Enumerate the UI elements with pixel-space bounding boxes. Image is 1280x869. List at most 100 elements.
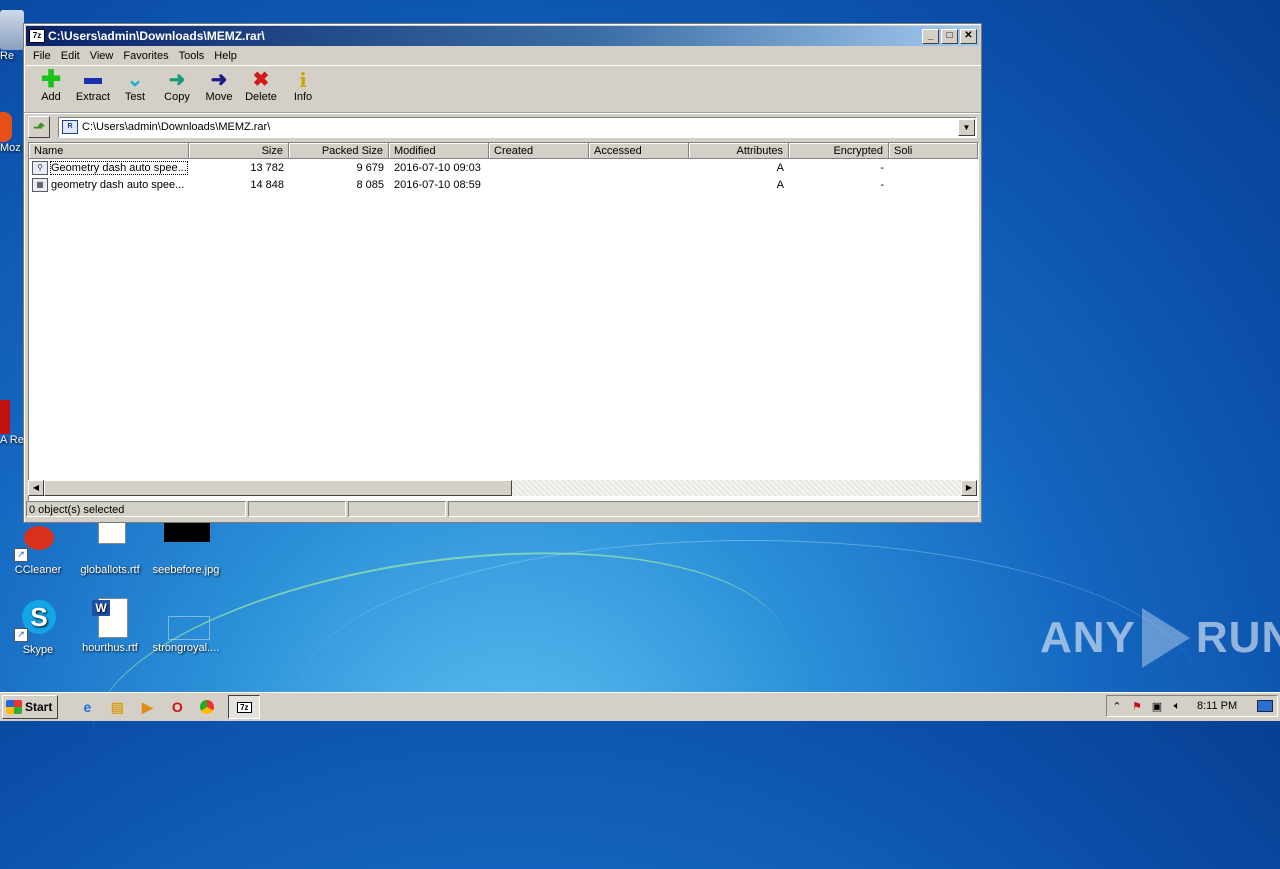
- status-bar: 0 object(s) selected: [26, 501, 979, 519]
- column-attributes[interactable]: Attributes: [689, 143, 789, 159]
- title-bar[interactable]: 7z C:\Users\admin\Downloads\MEMZ.rar\ _ …: [26, 26, 979, 46]
- file-packed-size: 9 679: [356, 161, 384, 174]
- scroll-left-button[interactable]: ◀: [28, 480, 44, 496]
- horizontal-scrollbar[interactable]: ◀ ▶: [28, 480, 977, 496]
- wallpaper-light-streak: [300, 540, 1200, 841]
- desktop-icon-recycle-bin[interactable]: Re: [0, 10, 24, 62]
- plus-icon: ✚: [40, 66, 62, 93]
- column-accessed[interactable]: Accessed: [589, 143, 689, 159]
- file-modified: 2016-07-10 08:59: [394, 178, 481, 191]
- opera-icon[interactable]: O: [166, 696, 188, 718]
- shortcut-arrow-icon: ↗: [14, 628, 28, 642]
- file-name[interactable]: geometry dash auto spee...: [51, 179, 184, 191]
- desktop-icon-acrobat[interactable]: A Re: [0, 400, 24, 446]
- desktop-icon-globallots[interactable]: globallots.rtf: [72, 520, 148, 576]
- desktop-icon-strongroyal[interactable]: strongroyal....: [148, 598, 224, 654]
- address-path[interactable]: C:\Users\admin\Downloads\MEMZ.rar\: [82, 121, 958, 133]
- document-icon: [90, 520, 130, 560]
- scroll-right-button[interactable]: ▶: [961, 480, 977, 496]
- file-row[interactable]: ⚲ Geometry dash auto spee... 13 782 9 67…: [29, 159, 978, 176]
- taskbar-7zip-button[interactable]: 7z: [228, 695, 261, 719]
- file-size: 14 848: [250, 178, 284, 191]
- file-row[interactable]: ▦ geometry dash auto spee... 14 848 8 08…: [29, 176, 978, 193]
- play-logo-icon: [1141, 608, 1190, 668]
- maximize-button[interactable]: □: [941, 28, 958, 44]
- desktop-icon-label: Re: [0, 50, 15, 62]
- up-folder-button[interactable]: ⬏: [28, 116, 50, 138]
- system-tray: ⌃ ⚑ ▣ 🔈︎ 8:11 PM: [1106, 695, 1278, 717]
- column-solid[interactable]: Soli: [889, 143, 978, 159]
- desktop-icon-label: A Re: [0, 434, 24, 446]
- network-icon[interactable]: ▣: [1147, 700, 1167, 713]
- file-list[interactable]: Name Size Packed Size Modified Created A…: [28, 142, 979, 501]
- copy-arrow-icon: ➜: [168, 69, 186, 91]
- add-button-label: Add: [41, 91, 61, 103]
- column-modified[interactable]: Modified: [389, 143, 489, 159]
- file-encrypted: -: [880, 178, 884, 191]
- desktop-icon-skype[interactable]: S ↗ Skype: [0, 600, 76, 656]
- 7zip-app-icon[interactable]: 7z: [29, 29, 45, 43]
- tray-expand-icon[interactable]: ⌃: [1107, 700, 1127, 713]
- file-encrypted: -: [880, 161, 884, 174]
- windows-logo-icon: [6, 700, 22, 714]
- menu-favorites[interactable]: Favorites: [118, 50, 173, 62]
- delete-button[interactable]: ✖ Delete: [240, 66, 282, 103]
- watermark-text-left: ANY: [1040, 613, 1136, 662]
- x-icon: ✖: [252, 69, 270, 91]
- column-created[interactable]: Created: [489, 143, 589, 159]
- right-arrow-icon: ▶: [965, 483, 973, 492]
- info-icon: i: [299, 68, 307, 92]
- volume-icon[interactable]: 🔈︎: [1167, 700, 1187, 713]
- close-button[interactable]: ✕: [960, 28, 977, 44]
- menu-bar: File Edit View Favorites Tools Help: [24, 46, 981, 65]
- clock[interactable]: 8:11 PM: [1197, 700, 1237, 712]
- address-dropdown-button[interactable]: ▼: [958, 118, 975, 136]
- move-button[interactable]: ➜ Move: [198, 66, 240, 103]
- ie-icon[interactable]: e: [76, 696, 98, 718]
- column-encrypted[interactable]: Encrypted: [789, 143, 889, 159]
- media-player-icon[interactable]: ▶: [136, 696, 158, 718]
- column-size[interactable]: Size: [189, 143, 289, 159]
- desktop-icon-label: Skype: [22, 644, 54, 656]
- extract-button[interactable]: Extract: [72, 66, 114, 103]
- menu-edit[interactable]: Edit: [56, 50, 85, 62]
- copy-button-label: Copy: [164, 91, 190, 103]
- word-document-icon: W: [90, 598, 130, 638]
- move-arrow-icon: ➜: [210, 69, 228, 91]
- info-button[interactable]: i Info: [282, 66, 324, 103]
- minimize-button[interactable]: _: [922, 28, 939, 44]
- desktop-icon-ccleaner[interactable]: ↗ CCleaner: [0, 520, 76, 576]
- executable-file-icon: ⚲: [32, 160, 48, 175]
- chrome-icon[interactable]: [196, 696, 218, 718]
- desktop-icon-seebefore[interactable]: seebefore.jpg: [148, 520, 224, 576]
- minus-icon: [72, 69, 114, 91]
- column-name[interactable]: Name: [29, 143, 189, 159]
- start-button[interactable]: Start: [2, 695, 59, 719]
- desktop-icon-label: Moz: [0, 142, 21, 154]
- recycle-bin-icon: [0, 10, 24, 50]
- desktop-icon-mozilla[interactable]: Moz: [0, 112, 24, 154]
- add-button[interactable]: ✚ Add: [30, 66, 72, 104]
- column-packed-size[interactable]: Packed Size: [289, 143, 389, 159]
- desktop-icon-label: CCleaner: [14, 564, 62, 576]
- file-attributes: A: [776, 178, 784, 191]
- maximize-icon: □: [946, 29, 953, 41]
- copy-button[interactable]: ➜ Copy: [156, 66, 198, 103]
- scroll-thumb[interactable]: [44, 480, 512, 496]
- menu-tools[interactable]: Tools: [174, 50, 210, 62]
- check-chevron-icon: ⌄: [126, 69, 144, 91]
- application-file-icon: ▦: [32, 177, 48, 192]
- desktop-icon-hourthus[interactable]: W hourthus.rtf: [72, 598, 148, 654]
- test-button[interactable]: ⌄ Test: [114, 66, 156, 103]
- status-selection: 0 object(s) selected: [26, 501, 246, 517]
- menu-help[interactable]: Help: [209, 50, 242, 62]
- explorer-icon[interactable]: ▤: [106, 696, 128, 718]
- action-center-warning-icon[interactable]: ⚑: [1127, 700, 1147, 713]
- address-combo[interactable]: R C:\Users\admin\Downloads\MEMZ.rar\ ▼: [58, 116, 977, 138]
- menu-view[interactable]: View: [85, 50, 119, 62]
- address-bar: ⬏ R C:\Users\admin\Downloads\MEMZ.rar\ ▼: [24, 113, 981, 140]
- show-desktop-icon[interactable]: [1257, 700, 1273, 712]
- menu-file[interactable]: File: [28, 50, 56, 62]
- file-name[interactable]: Geometry dash auto spee...: [50, 160, 188, 175]
- status-panel: [448, 501, 979, 517]
